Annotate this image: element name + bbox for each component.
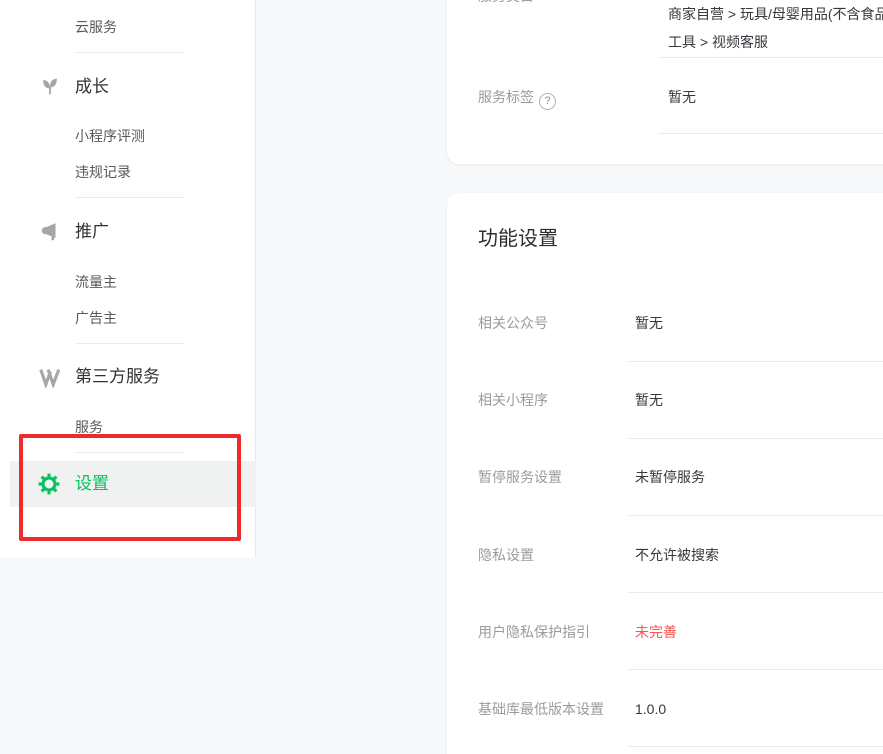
divider: [75, 452, 185, 453]
divider: [628, 669, 883, 670]
divider: [628, 515, 883, 516]
service-category-value: 商家自营 > 玩具/母婴用品(不含食品 工具 > 视频客服: [668, 0, 883, 56]
row-value: 1.0.0: [635, 699, 666, 719]
wechat-mp-console-screen: 云服务 成长 小程序评测 违规记录 推广: [0, 0, 883, 754]
row-label: 相关小程序: [478, 390, 548, 410]
sidebar-item-service[interactable]: 服务: [75, 417, 103, 437]
divider: [628, 592, 883, 593]
third-party-icon: [38, 365, 62, 389]
sidebar-item-settings[interactable]: 设置: [10, 461, 256, 507]
row-label: 相关公众号: [478, 313, 548, 333]
divider: [658, 133, 883, 134]
privacy-guide-status-warning: 未完善: [635, 622, 677, 642]
help-icon[interactable]: ?: [539, 93, 556, 110]
service-tag-value: 暂无: [668, 87, 696, 107]
service-info-card: 服务类目 商家自营 > 玩具/母婴用品(不含食品 工具 > 视频客服 服务标签?…: [447, 0, 883, 164]
row-value: 未暂停服务: [635, 467, 705, 487]
service-category-line-1: 商家自营 > 玩具/母婴用品(不含食品: [668, 0, 883, 28]
service-tag-label: 服务标签?: [478, 87, 556, 110]
row-label: 基础库最低版本设置: [478, 699, 604, 719]
divider: [658, 57, 883, 58]
row-value: 暂无: [635, 390, 663, 410]
card-title: 功能设置: [478, 226, 558, 252]
sidebar-item-violation-records[interactable]: 违规记录: [75, 162, 131, 182]
divider: [75, 52, 185, 53]
sidebar-item-cloud-service[interactable]: 云服务: [75, 17, 117, 37]
row-value: 暂无: [635, 313, 663, 333]
sidebar-item-traffic-owner[interactable]: 流量主: [75, 272, 117, 292]
divider: [628, 438, 883, 439]
sidebar-group-label: 第三方服务: [75, 365, 160, 389]
divider: [628, 361, 883, 362]
gear-icon: [38, 473, 60, 495]
divider: [75, 343, 185, 344]
divider: [75, 197, 185, 198]
service-category-label: 服务类目: [478, 0, 534, 6]
row-label: 暂停服务设置: [478, 467, 562, 487]
sidebar-group-label: 推广: [75, 220, 109, 244]
sidebar-item-settings-label: 设置: [75, 472, 109, 496]
sidebar-group-promotion[interactable]: 推广: [38, 220, 109, 244]
sidebar-group-third-party[interactable]: 第三方服务: [38, 365, 160, 389]
sidebar-item-miniprogram-evaluation[interactable]: 小程序评测: [75, 126, 145, 146]
row-value: 不允许被搜索: [635, 545, 719, 565]
sidebar: 云服务 成长 小程序评测 违规记录 推广: [0, 0, 256, 558]
divider: [628, 746, 883, 747]
sidebar-group-growth[interactable]: 成长: [38, 75, 109, 99]
sidebar-group-label: 成长: [75, 75, 109, 99]
row-label: 用户隐私保护指引: [478, 622, 590, 642]
row-label: 隐私设置: [478, 545, 534, 565]
sprout-icon: [38, 75, 62, 99]
megaphone-icon: [38, 220, 62, 244]
sidebar-item-advertiser[interactable]: 广告主: [75, 308, 117, 328]
service-category-line-2: 工具 > 视频客服: [668, 28, 883, 56]
function-settings-card: 功能设置 相关公众号 暂无 相关小程序 暂无 暂停服务设置 未暂停服务 隐私设置…: [447, 193, 883, 754]
